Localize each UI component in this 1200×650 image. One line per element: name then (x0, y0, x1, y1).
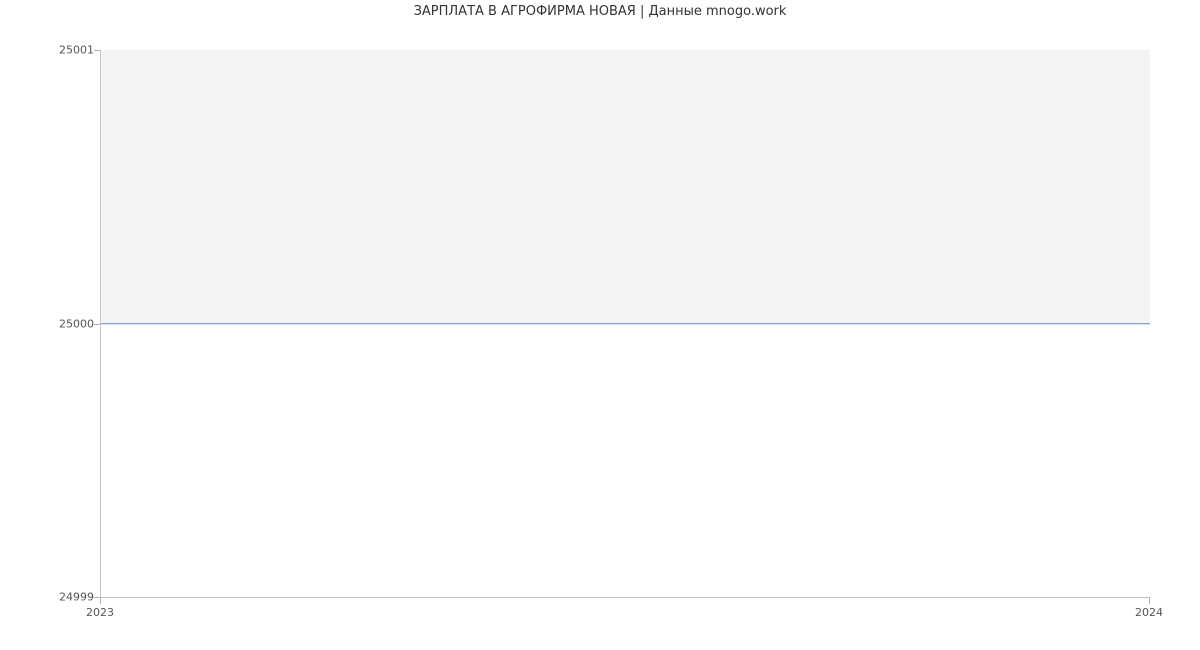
x-tick (1149, 598, 1150, 604)
plot-area (100, 50, 1150, 598)
x-tick-label: 2023 (86, 606, 114, 619)
x-tick (100, 598, 101, 604)
y-tick-label: 24999 (14, 591, 94, 604)
chart-title: ЗАРПЛАТА В АГРОФИРМА НОВАЯ | Данные mnog… (0, 4, 1200, 19)
area-fill (101, 50, 1150, 324)
chart-container: ЗАРПЛАТА В АГРОФИРМА НОВАЯ | Данные mnog… (0, 0, 1200, 650)
x-tick-label: 2024 (1135, 606, 1163, 619)
y-tick-label: 25001 (14, 44, 94, 57)
y-tick-label: 25000 (14, 318, 94, 331)
data-line (101, 323, 1150, 324)
